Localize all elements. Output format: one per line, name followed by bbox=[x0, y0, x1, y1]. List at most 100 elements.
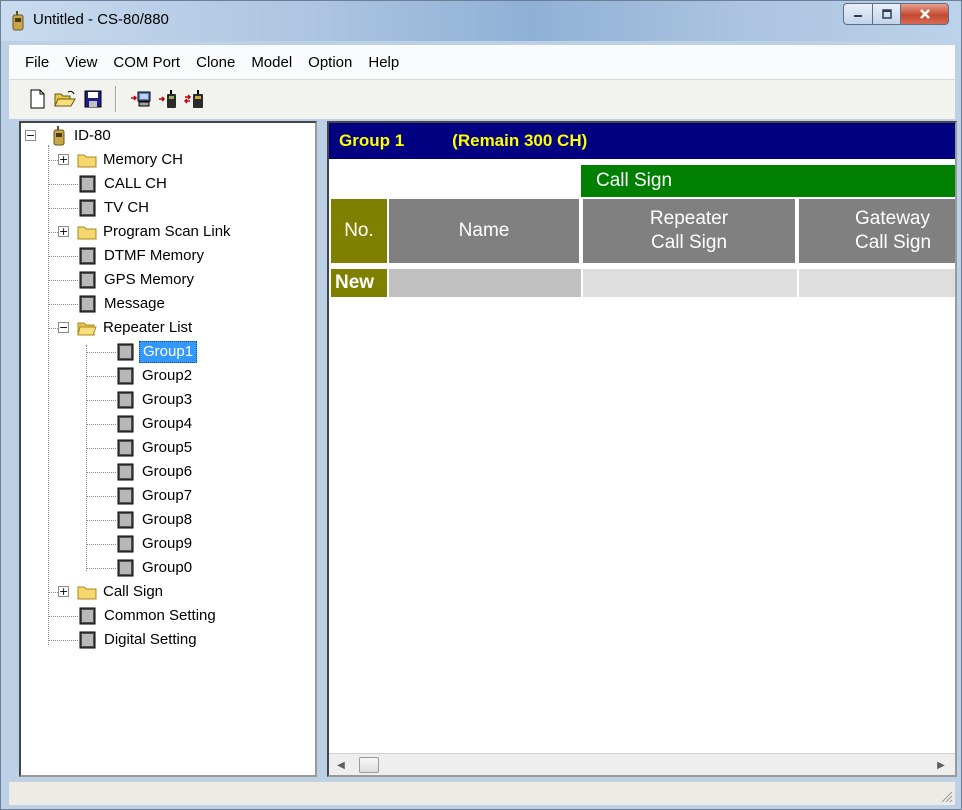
tree-item-group2[interactable]: Group2 bbox=[117, 365, 195, 387]
folder-icon bbox=[77, 226, 97, 240]
repeater-grid[interactable]: Group 1 (Remain 300 CH) Call Sign No. Na… bbox=[327, 121, 957, 777]
expand-memory-ch-toggle[interactable]: + bbox=[58, 154, 69, 165]
clone-radio-button[interactable] bbox=[183, 87, 207, 111]
group-label: Group 1 bbox=[339, 131, 405, 150]
scroll-thumb[interactable] bbox=[359, 757, 379, 773]
close-icon bbox=[919, 9, 930, 19]
menu-model[interactable]: Model bbox=[243, 54, 300, 71]
column-header-no[interactable]: No. bbox=[331, 199, 387, 263]
menu-option[interactable]: Option bbox=[300, 54, 360, 71]
status-bar bbox=[9, 781, 955, 805]
tree-connector bbox=[86, 345, 87, 571]
tree-item-group6[interactable]: Group6 bbox=[117, 461, 195, 483]
collapse-root-toggle[interactable]: − bbox=[25, 130, 36, 141]
memory-page-icon bbox=[117, 511, 134, 529]
memory-page-icon bbox=[117, 487, 134, 505]
tree-item-group8[interactable]: Group8 bbox=[117, 509, 195, 531]
write-to-radio-button[interactable] bbox=[157, 87, 181, 111]
tree-connector bbox=[86, 376, 116, 377]
minimize-icon bbox=[854, 15, 862, 17]
tree-item-label: Group0 bbox=[142, 559, 193, 576]
tree-item-tv-ch[interactable]: TV CH bbox=[79, 197, 152, 219]
save-button[interactable] bbox=[81, 87, 105, 111]
memory-page-icon bbox=[117, 343, 134, 361]
tree-item-group7[interactable]: Group7 bbox=[117, 485, 195, 507]
tree-connector bbox=[86, 568, 116, 569]
column-header-line: Gateway bbox=[855, 208, 930, 229]
tree-item-label: Digital Setting bbox=[104, 631, 197, 648]
tree-item-label: Common Setting bbox=[104, 607, 216, 624]
scroll-left-icon[interactable]: ◀ bbox=[335, 758, 347, 772]
tree-connector bbox=[48, 145, 49, 645]
tree-item-call-ch[interactable]: CALL CH bbox=[79, 173, 170, 195]
tree-connector bbox=[48, 208, 78, 209]
tree-item-common-setting[interactable]: Common Setting bbox=[79, 605, 219, 627]
tree-connector bbox=[86, 520, 116, 521]
new-button[interactable] bbox=[25, 87, 49, 111]
tree-connector bbox=[86, 400, 116, 401]
expand-program-scan-link-toggle[interactable]: + bbox=[58, 226, 69, 237]
scroll-right-icon[interactable]: ▶ bbox=[935, 758, 947, 772]
menu-com-port[interactable]: COM Port bbox=[105, 54, 188, 71]
collapse-repeater-list-toggle[interactable]: − bbox=[58, 322, 69, 333]
expand-call-sign-toggle[interactable]: + bbox=[58, 586, 69, 597]
menu-view[interactable]: View bbox=[57, 54, 105, 71]
title-bar[interactable]: Untitled - CS-80/880 bbox=[1, 1, 961, 41]
tree-item-memory-ch[interactable]: Memory CH bbox=[77, 149, 186, 171]
tree-item-label: Group8 bbox=[142, 511, 193, 528]
tree-item-label: Memory CH bbox=[103, 151, 184, 168]
tree-item-repeater-list[interactable]: Repeater List bbox=[77, 317, 195, 339]
tree-item-gps-memory[interactable]: GPS Memory bbox=[79, 269, 197, 291]
menu-help[interactable]: Help bbox=[360, 54, 407, 71]
tree-item-call-sign[interactable]: Call Sign bbox=[77, 581, 166, 603]
memory-page-icon bbox=[117, 367, 134, 385]
tree-item-label: DTMF Memory bbox=[104, 247, 204, 264]
tree-item-label: Call Sign bbox=[103, 583, 164, 600]
tree-item-group0[interactable]: Group0 bbox=[117, 557, 195, 579]
new-row-repeater-cell[interactable] bbox=[583, 269, 797, 297]
radio-icon bbox=[53, 126, 65, 146]
maximize-icon bbox=[881, 9, 892, 19]
tree-item-group4[interactable]: Group4 bbox=[117, 413, 195, 435]
group-header: Group 1 (Remain 300 CH) bbox=[329, 123, 955, 159]
tree-connector bbox=[48, 616, 78, 617]
tree-item-group1[interactable]: Group1 bbox=[117, 341, 198, 363]
read-from-radio-button[interactable] bbox=[129, 87, 153, 111]
column-header-gateway-call-sign[interactable]: Gateway Call Sign bbox=[799, 199, 955, 263]
minimize-button[interactable] bbox=[843, 3, 873, 25]
memory-page-icon bbox=[79, 175, 96, 193]
memory-page-icon bbox=[79, 271, 96, 289]
column-header-repeater-call-sign[interactable]: Repeater Call Sign bbox=[583, 199, 795, 263]
tree-item-digital-setting[interactable]: Digital Setting bbox=[79, 629, 200, 651]
tree-item-dtmf-memory[interactable]: DTMF Memory bbox=[79, 245, 207, 267]
tree-item-label: TV CH bbox=[104, 199, 149, 216]
horizontal-scrollbar[interactable]: ◀ ▶ bbox=[329, 753, 955, 775]
tree-item-program-scan-link[interactable]: Program Scan Link bbox=[77, 221, 234, 243]
column-header-name[interactable]: Name bbox=[389, 199, 579, 263]
maximize-button[interactable] bbox=[873, 3, 901, 25]
call-sign-group-header: Call Sign bbox=[581, 165, 955, 197]
tree-connector bbox=[86, 544, 116, 545]
menu-file[interactable]: File bbox=[17, 54, 57, 71]
memory-page-icon bbox=[79, 295, 96, 313]
memory-page-icon bbox=[117, 391, 134, 409]
new-row-gateway-cell[interactable] bbox=[799, 269, 955, 297]
channel-tree[interactable]: − ID-80 + Memory CH CALL CH TV CH + Prog… bbox=[19, 121, 317, 777]
tree-item-group3[interactable]: Group3 bbox=[117, 389, 195, 411]
tree-item-message[interactable]: Message bbox=[79, 293, 168, 315]
tree-item-root[interactable]: ID-80 bbox=[53, 125, 114, 147]
memory-page-icon bbox=[117, 415, 134, 433]
caption-buttons bbox=[843, 3, 949, 25]
open-button[interactable] bbox=[53, 87, 77, 111]
close-button[interactable] bbox=[901, 3, 949, 25]
remain-label: (Remain 300 CH) bbox=[452, 131, 588, 150]
tree-item-group5[interactable]: Group5 bbox=[117, 437, 195, 459]
memory-page-icon bbox=[117, 535, 134, 553]
resize-grip-icon[interactable] bbox=[939, 789, 953, 803]
folder-icon bbox=[77, 154, 97, 168]
tree-item-group9[interactable]: Group9 bbox=[117, 533, 195, 555]
folder-icon bbox=[77, 586, 97, 600]
new-row-label[interactable]: New bbox=[331, 269, 387, 297]
new-row-name-cell[interactable] bbox=[389, 269, 581, 297]
menu-clone[interactable]: Clone bbox=[188, 54, 243, 71]
